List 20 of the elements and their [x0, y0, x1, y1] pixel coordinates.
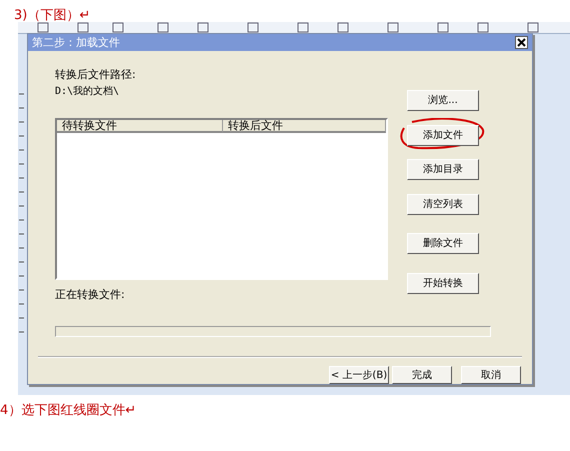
status-label: 正在转换文件:: [55, 286, 126, 302]
column-header[interactable]: 转换后文件: [223, 120, 386, 133]
caption-text: 3)（下图）↵: [14, 7, 92, 22]
side-button[interactable]: 清空列表: [407, 194, 479, 215]
file-list[interactable]: 待转换文件 转换后文件: [55, 118, 388, 280]
close-button[interactable]: [515, 36, 528, 49]
caption-text: 4）选下图红线圈文件↵: [0, 402, 138, 419]
path-value: D:\我的文档\: [55, 84, 120, 98]
close-icon: [517, 38, 526, 47]
side-button[interactable]: 添加目录: [407, 158, 479, 180]
footer-button[interactable]: 完成: [392, 366, 452, 384]
path-label: 转换后文件路径:: [55, 66, 137, 82]
footer-button[interactable]: 取消: [461, 366, 521, 384]
side-button[interactable]: 删除文件: [407, 232, 479, 254]
footer-button[interactable]: < 上一步(B): [329, 366, 389, 384]
column-header[interactable]: 待转换文件: [57, 120, 223, 133]
side-button[interactable]: 浏览...: [407, 90, 479, 111]
dialog-title: 第二步：加载文件: [32, 34, 120, 50]
side-button[interactable]: 添加文件: [407, 124, 479, 146]
side-button[interactable]: 开始转换: [407, 272, 479, 294]
